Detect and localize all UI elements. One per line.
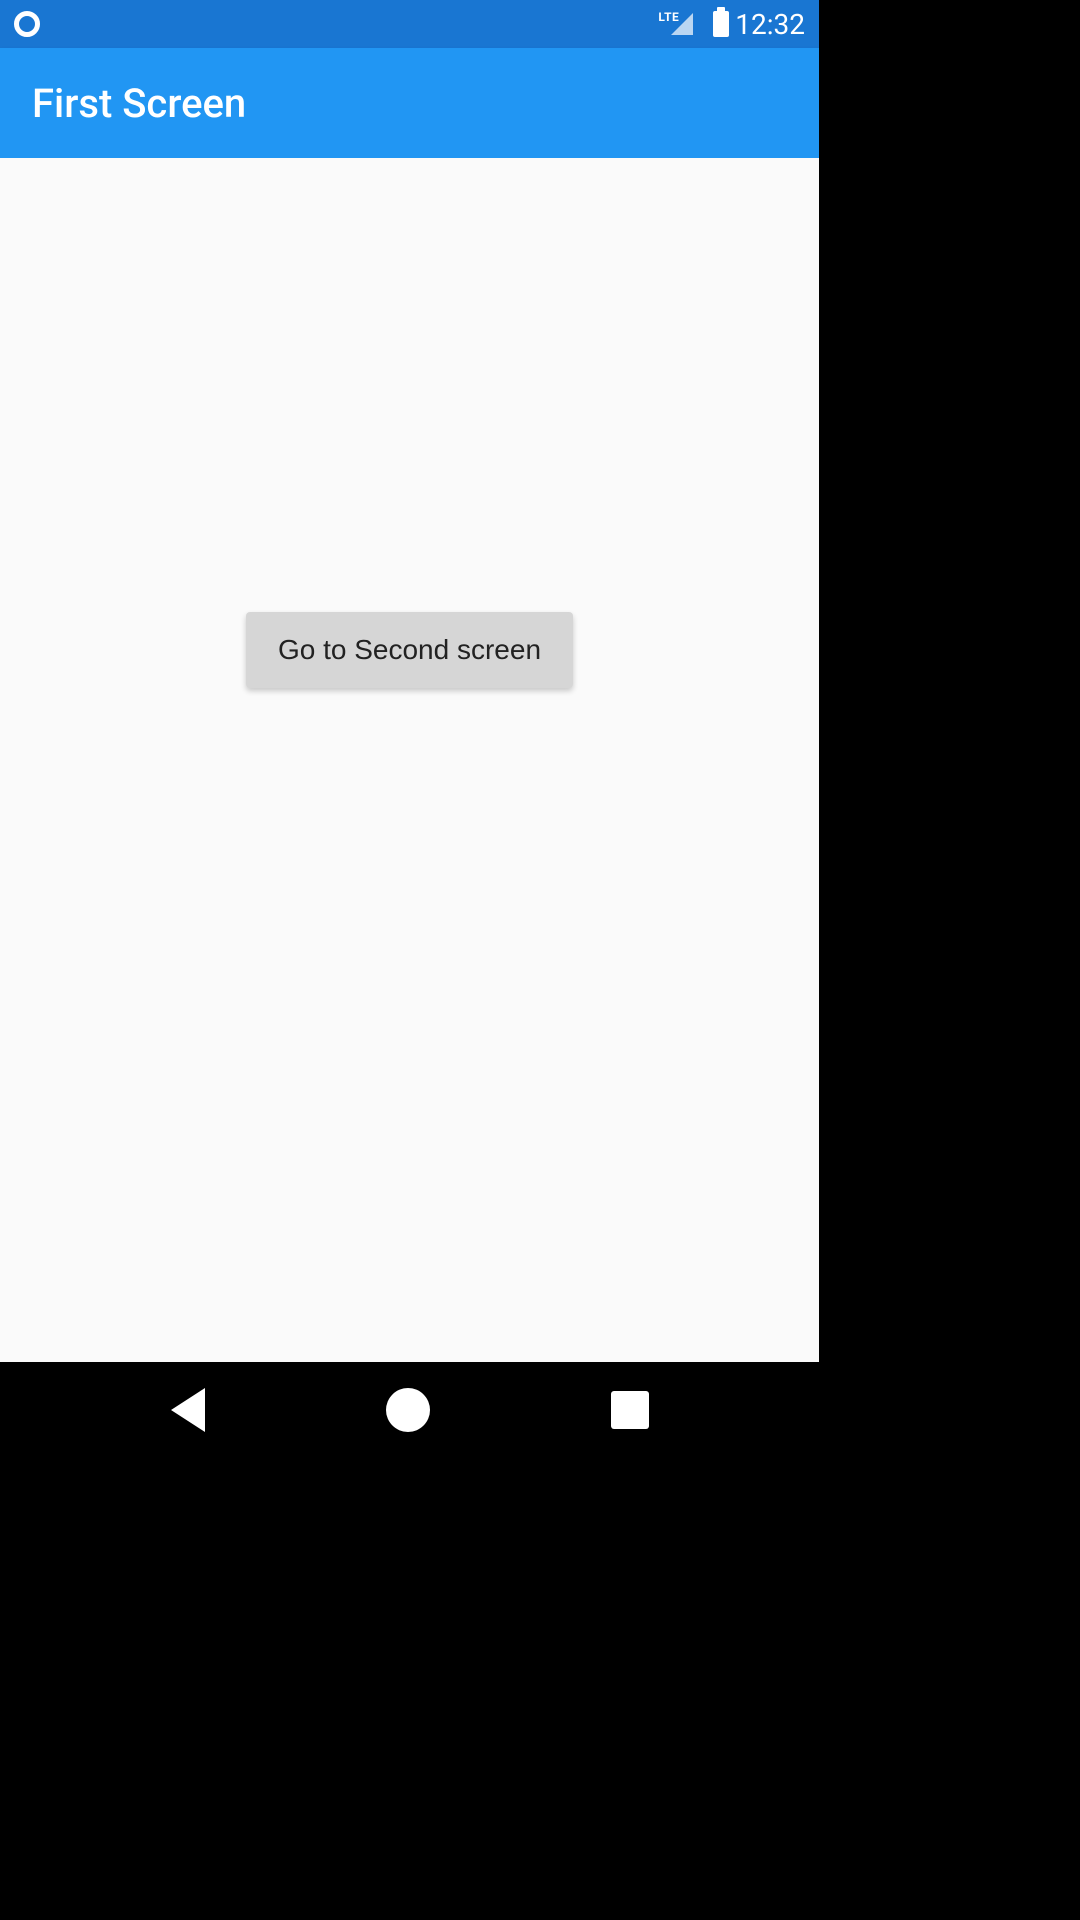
screen-container: LTE 12:32 First Screen Go to Second scre… <box>0 0 819 1458</box>
app-bar: First Screen <box>0 48 819 158</box>
signal-icon <box>671 13 693 35</box>
go-to-second-screen-button[interactable]: Go to Second screen <box>246 612 573 688</box>
recent-apps-icon[interactable] <box>611 1391 649 1429</box>
navigation-bar <box>0 1362 819 1458</box>
battery-icon <box>713 11 729 37</box>
clock-label: 12:32 <box>735 8 805 41</box>
status-left <box>14 11 40 37</box>
app-title: First Screen <box>32 80 246 127</box>
status-bar: LTE 12:32 <box>0 0 819 48</box>
back-icon[interactable] <box>171 1388 205 1432</box>
status-right: LTE 12:32 <box>658 8 805 41</box>
home-icon[interactable] <box>386 1388 430 1432</box>
content-area: Go to Second screen <box>0 158 819 1362</box>
activity-indicator-icon <box>14 11 40 37</box>
